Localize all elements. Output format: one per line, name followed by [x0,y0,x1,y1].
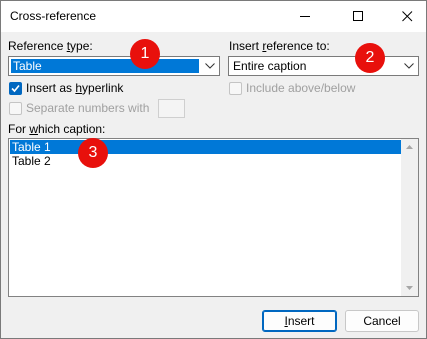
checkmark-icon [11,84,20,93]
list-item[interactable]: Table 1 [10,140,402,154]
window-title: Cross-reference [10,9,97,23]
reference-type-select[interactable]: Table [8,56,220,76]
annotation-badge: 3 [78,138,108,168]
maximize-button[interactable] [341,1,375,32]
minimize-icon [299,16,310,17]
for-which-caption-label: For which caption: [8,122,106,136]
maximize-icon [352,11,363,21]
list-item[interactable]: Table 2 [10,154,402,168]
insert-as-hyperlink-checkbox[interactable] [9,82,22,95]
minimize-button[interactable] [288,1,322,32]
caption-list[interactable]: Table 1 Table 2 [8,138,419,297]
annotation-badge: 1 [130,39,160,69]
title-bar: Cross-reference [1,1,426,32]
insert-reference-to-label: Insert reference to: [229,39,330,53]
separator-input[interactable] [158,99,185,118]
insert-reference-to-select[interactable]: Entire caption [228,56,419,76]
reference-type-label: Reference type: [8,39,93,53]
scroll-down-icon[interactable] [401,282,418,294]
annotation-badge: 2 [355,43,385,73]
close-icon [401,11,412,22]
vertical-scrollbar[interactable] [401,139,418,296]
cross-reference-dialog: Cross-reference Reference type: Table In… [0,0,427,339]
chevron-down-icon[interactable] [400,57,418,75]
separate-numbers-checkbox[interactable] [9,102,22,115]
reference-type-value: Table [11,59,199,73]
cancel-button[interactable]: Cancel [345,310,419,332]
include-above-below-label: Include above/below [246,81,356,95]
include-above-below-checkbox[interactable] [229,82,242,95]
separate-numbers-label: Separate numbers with [26,101,150,115]
chevron-down-icon[interactable] [201,57,219,75]
insert-as-hyperlink-label[interactable]: Insert as hyperlink [26,81,123,95]
scroll-up-icon[interactable] [401,141,418,153]
insert-button[interactable]: Insert [262,310,337,332]
close-button[interactable] [390,1,424,32]
